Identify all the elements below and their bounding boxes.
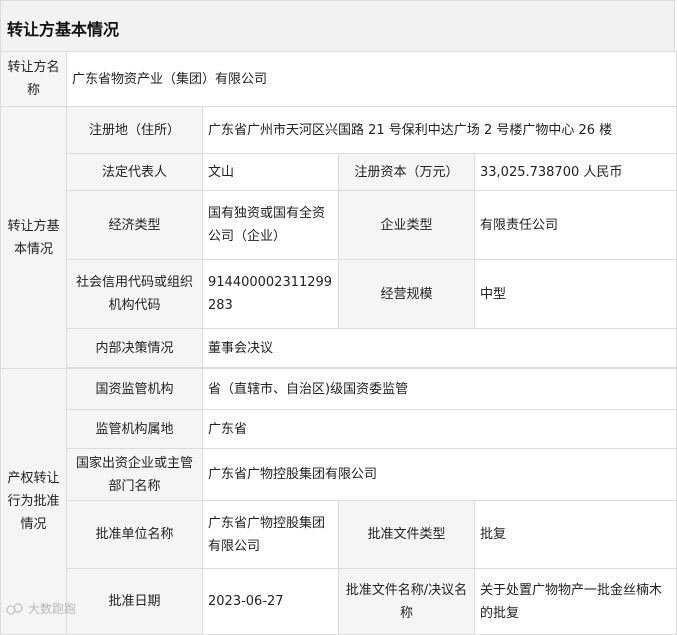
economic-type-label: 经济类型	[66, 190, 203, 260]
registered-capital-value: 33,025.738700 人民币	[473, 153, 677, 191]
business-scale-value: 中型	[473, 259, 677, 329]
approval-doc-type-label: 批准文件类型	[338, 500, 475, 569]
enterprise-type-label: 企业类型	[338, 190, 475, 260]
credit-code-value: 914400002311299283	[202, 259, 339, 329]
legal-rep-value: 文山	[202, 153, 339, 191]
regulator-label: 国资监管机构	[66, 368, 203, 410]
table-row: 内部决策情况 董事会决议	[1, 328, 677, 368]
internal-decision-label: 内部决策情况	[66, 328, 203, 368]
table-row: 国家出资企业或主管部门名称 广东省广物控股集团有限公司	[1, 448, 677, 501]
transferor-name-value: 广东省物资产业（集团）有限公司	[65, 51, 677, 107]
transferor-name-label: 转让方名称	[0, 51, 67, 107]
business-scale-label: 经营规模	[338, 259, 475, 329]
watermark-text: 大数跑跑	[28, 602, 77, 616]
watermark: 大数跑跑	[6, 600, 76, 617]
table-row: 社会信用代码或组织机构代码 914400002311299283 经营规模 中型	[1, 259, 677, 329]
transferor-info-table: 转让方名称 广东省物资产业（集团）有限公司 转让方基本情况 注册地（住所） 广东…	[0, 51, 677, 635]
approver-label: 批准单位名称	[66, 500, 203, 569]
enterprise-type-value: 有限责任公司	[473, 190, 677, 260]
regulator-location-label: 监管机构属地	[66, 409, 203, 449]
investor-label: 国家出资企业或主管部门名称	[66, 448, 203, 501]
logo-icon	[6, 602, 23, 615]
regulator-value: 省（直辖市、自治区)级国资委监管	[201, 368, 677, 410]
table-row: 批准单位名称 广东省广物控股集团有限公司 批准文件类型 批复	[1, 500, 677, 569]
table-row: 产权转让行为批准情况 国资监管机构 省（直辖市、自治区)级国资委监管	[0, 368, 677, 635]
table-row: 监管机构属地 广东省	[1, 409, 677, 449]
approval-group-label: 产权转让行为批准情况	[0, 368, 67, 635]
legal-rep-label: 法定代表人	[66, 153, 203, 191]
basic-info-group-label: 转让方基本情况	[0, 106, 67, 369]
economic-type-value: 国有独资或国有全资公司（企业）	[202, 190, 339, 260]
section-header: 转让方基本情况	[0, 0, 675, 51]
internal-decision-value: 董事会决议	[201, 328, 677, 368]
section-title: 转让方基本情况	[7, 20, 120, 39]
reg-address-label: 注册地（住所）	[66, 106, 203, 154]
reg-address-value: 广东省广州市天河区兴国路 21 号保利中达广场 2 号楼广物中心 26 楼	[201, 106, 677, 154]
regulator-location-value: 广东省	[201, 409, 677, 449]
table-row: 法定代表人 文山 注册资本（万元） 33,025.738700 人民币	[1, 153, 677, 191]
investor-value: 广东省广物控股集团有限公司	[201, 448, 677, 501]
approver-value: 广东省广物控股集团有限公司	[202, 500, 339, 569]
credit-code-label: 社会信用代码或组织机构代码	[66, 259, 203, 329]
table-row: 转让方基本情况 注册地（住所） 广东省广州市天河区兴国路 21 号保利中达广场 …	[0, 106, 677, 369]
registered-capital-label: 注册资本（万元）	[338, 153, 475, 191]
approval-doc-type-value: 批复	[473, 500, 677, 569]
table-row: 转让方名称 广东省物资产业（集团）有限公司	[0, 51, 677, 107]
table-row: 经济类型 国有独资或国有全资公司（企业） 企业类型 有限责任公司	[1, 190, 677, 260]
